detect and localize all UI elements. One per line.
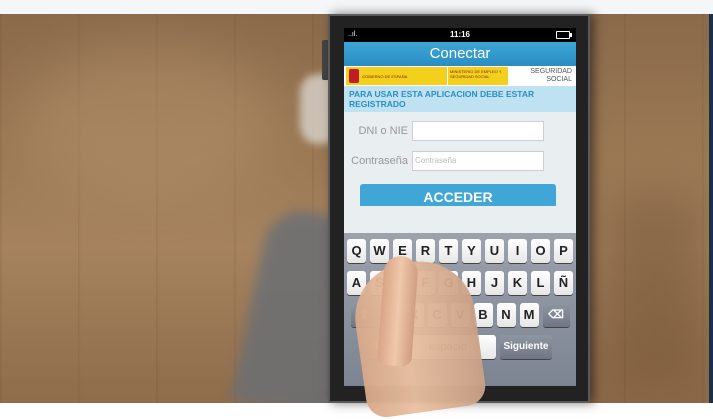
coat-of-arms-icon (349, 69, 359, 83)
status-bar: ..ıl. 11:16 (344, 28, 576, 42)
delete-key-icon[interactable]: ⌫ (542, 303, 570, 327)
key[interactable]: L (531, 271, 550, 295)
top-strip (0, 0, 713, 14)
dni-input[interactable] (412, 121, 544, 141)
acceder-button[interactable]: ACCEDER (360, 184, 556, 206)
key[interactable]: Q (347, 239, 366, 263)
key[interactable]: T (439, 239, 458, 263)
logos-bar: GOBIERNO DE ESPAÑA MINISTERIO DE EMPLEO … (344, 66, 576, 86)
ministerio-logo: MINISTERIO DE EMPLEO Y SEGURIDAD SOCIAL (448, 67, 508, 85)
key[interactable]: N (496, 303, 516, 327)
dni-label: DNI o NIE (358, 125, 408, 137)
siguiente-key[interactable]: Siguiente (500, 335, 552, 359)
gobierno-logo: GOBIERNO DE ESPAÑA (346, 67, 447, 85)
key[interactable]: P (554, 239, 573, 263)
app-title: Conectar (344, 42, 576, 66)
dni-row: DNI o NIE (344, 118, 576, 144)
password-row: Contraseña Contraseña (344, 148, 576, 174)
key[interactable]: I (508, 239, 527, 263)
seguridad-social-logo: SEGURIDAD SOCIAL (530, 68, 572, 83)
login-form: DNI o NIE Contraseña Contraseña ACCEDER (344, 112, 576, 206)
key[interactable]: W (370, 239, 389, 263)
key[interactable]: Ñ (554, 271, 573, 295)
key[interactable]: M (519, 303, 539, 327)
key[interactable]: O (531, 239, 550, 263)
key[interactable]: U (485, 239, 504, 263)
key[interactable]: J (485, 271, 504, 295)
password-label: Contraseña (351, 155, 408, 167)
registration-notice: PARA USAR ESTA APLICACION DEBE ESTAR REG… (344, 86, 576, 112)
keyboard-row-1: Q W E R T Y U I O P (344, 239, 576, 263)
password-input[interactable]: Contraseña (412, 151, 544, 171)
key[interactable]: K (508, 271, 527, 295)
key[interactable]: Y (462, 239, 481, 263)
frame-edge (709, 14, 713, 403)
key[interactable]: R (416, 239, 435, 263)
status-time: 11:16 (449, 30, 471, 39)
battery-icon (556, 31, 572, 39)
